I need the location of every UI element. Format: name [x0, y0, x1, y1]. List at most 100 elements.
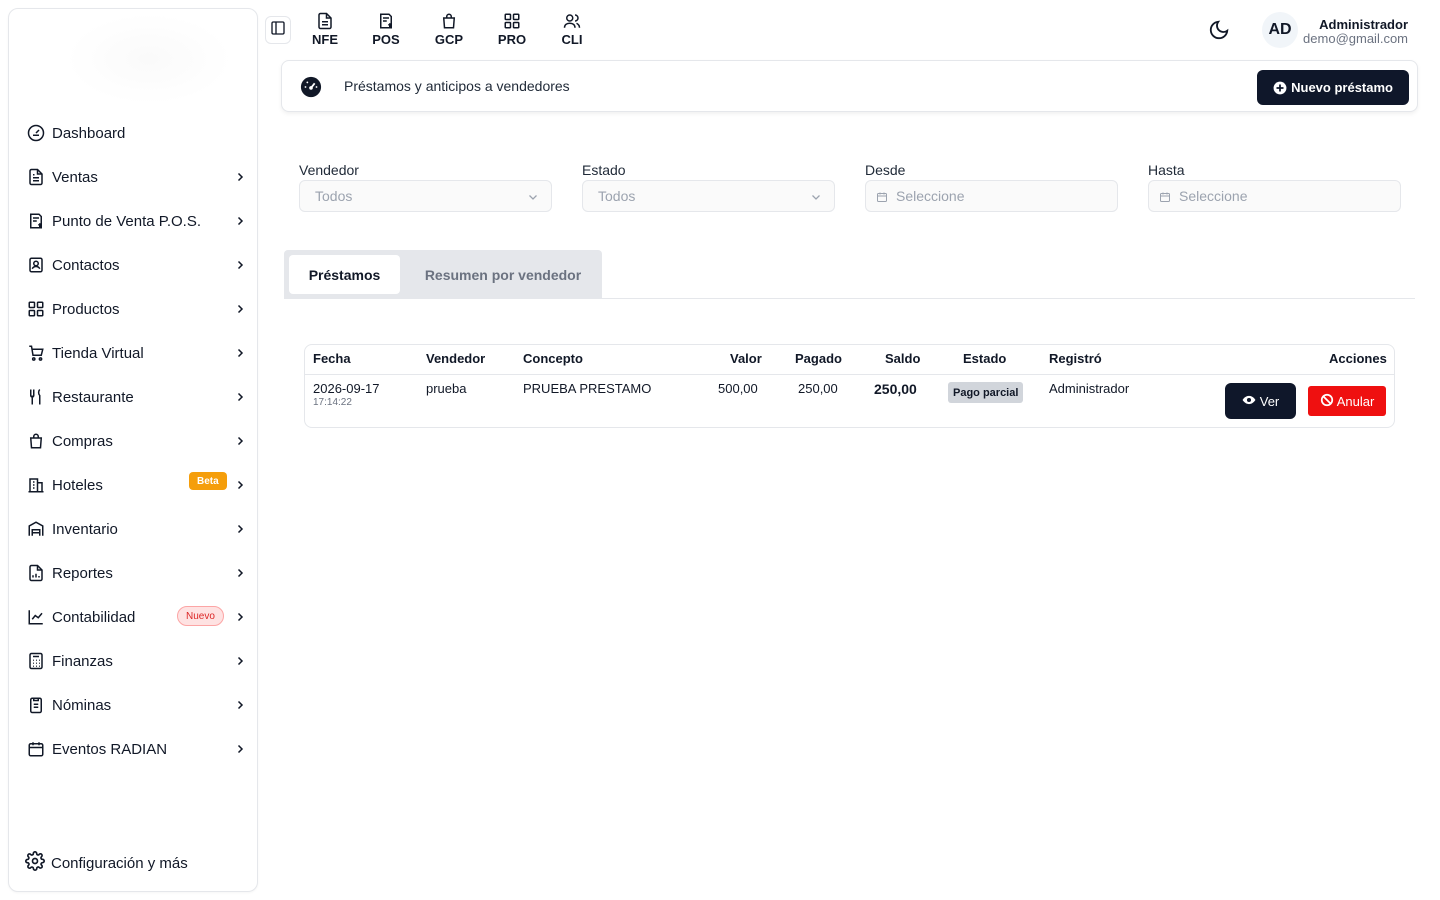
sidebar-item-contactos[interactable]: Contactos — [25, 249, 247, 281]
sidebar-item-label: Contabilidad — [52, 608, 136, 626]
module-gcp[interactable]: GCP — [427, 12, 471, 50]
vendedor-select[interactable]: Todos — [299, 180, 552, 212]
module-label: PRO — [497, 32, 527, 47]
new-loan-label: Nuevo préstamo — [1291, 80, 1393, 95]
sidebar-item-nominas[interactable]: Nóminas — [25, 689, 247, 721]
table-header-divider — [305, 374, 1394, 375]
page-title: Préstamos y anticipos a vendedores — [344, 78, 570, 94]
eye-icon — [1242, 393, 1260, 410]
sidebar-item-reportes[interactable]: Reportes — [25, 557, 247, 589]
grid-icon — [503, 12, 521, 30]
chart-line-icon — [26, 607, 46, 627]
sidebar-item-ventas[interactable]: Ventas — [25, 161, 247, 193]
plus-circle-icon — [1273, 81, 1287, 95]
module-nfe[interactable]: NFE — [303, 12, 347, 50]
sidebar-item-contabilidad[interactable]: Contabilidad Nuevo — [25, 601, 247, 633]
column-header-concepto: Concepto — [523, 351, 583, 366]
cell-vendedor: prueba — [426, 381, 467, 396]
document-icon — [316, 12, 334, 30]
report-icon — [26, 563, 46, 583]
user-email: demo@gmail.com — [1303, 31, 1408, 46]
module-pos[interactable]: POS — [364, 12, 408, 50]
clipboard-icon — [26, 695, 46, 715]
estado-select[interactable]: Todos — [582, 180, 835, 212]
vendedor-placeholder: Todos — [315, 188, 353, 204]
dark-mode-toggle[interactable] — [1208, 19, 1230, 41]
filter-desde-label: Desde — [865, 162, 906, 178]
chevron-right-icon — [233, 258, 247, 272]
sidebar-item-restaurante[interactable]: Restaurante — [25, 381, 247, 413]
calendar-icon — [26, 739, 46, 759]
tab-prestamos[interactable]: Préstamos — [289, 255, 400, 294]
cancel-loan-button[interactable]: Anular — [1308, 386, 1386, 416]
sidebar-item-compras[interactable]: Compras — [25, 425, 247, 457]
sidebar-item-label: Dashboard — [52, 124, 126, 142]
chevron-right-icon — [233, 698, 247, 712]
calculator-icon — [26, 651, 46, 671]
column-header-estado: Estado — [963, 351, 1007, 366]
sidebar-toggle-button[interactable] — [265, 16, 291, 44]
sidebar-item-eventos-radian[interactable]: Eventos RADIAN — [25, 733, 247, 765]
view-button-label: Ver — [1259, 393, 1280, 409]
sidebar-item-label: Finanzas — [52, 652, 113, 670]
new-badge: Nuevo — [177, 606, 224, 626]
hasta-date-input[interactable]: Seleccione — [1148, 180, 1401, 212]
chevron-right-icon — [233, 302, 247, 316]
column-header-valor: Valor — [730, 351, 762, 366]
column-header-vendedor: Vendedor — [426, 351, 486, 366]
sidebar-item-label: Productos — [52, 300, 120, 318]
sidebar-item-label: Compras — [52, 432, 113, 450]
pos-receipt-icon — [377, 12, 395, 30]
sidebar-item-finanzas[interactable]: Finanzas — [25, 645, 247, 677]
chevron-right-icon — [233, 742, 247, 756]
sidebar-item-label: Inventario — [52, 520, 118, 538]
column-header-saldo: Saldo — [885, 351, 921, 366]
sidebar-item-label: Tienda Virtual — [52, 344, 144, 362]
settings-link[interactable]: Configuración y más — [25, 850, 188, 876]
moon-icon — [1208, 20, 1230, 45]
module-cli[interactable]: CLI — [550, 12, 594, 50]
cell-concepto: PRUEBA PRESTAMO — [523, 381, 652, 396]
contact-book-icon — [26, 255, 46, 275]
new-loan-button[interactable]: Nuevo préstamo — [1257, 70, 1409, 105]
sidebar-item-tienda-virtual[interactable]: Tienda Virtual — [25, 337, 247, 369]
chevron-right-icon — [233, 434, 247, 448]
sidebar-item-hoteles[interactable]: Hoteles Beta — [25, 469, 247, 501]
desde-placeholder: Seleccione — [896, 188, 965, 204]
filter-vendedor-label: Vendedor — [299, 162, 359, 178]
avatar[interactable]: AD — [1262, 12, 1298, 48]
sidebar-item-inventario[interactable]: Inventario — [25, 513, 247, 545]
gear-icon — [25, 850, 45, 876]
chevron-right-icon — [233, 566, 247, 580]
module-label: GCP — [434, 32, 464, 47]
module-pro[interactable]: PRO — [490, 12, 534, 50]
chevron-right-icon — [233, 478, 247, 492]
company-logo — [65, 13, 233, 105]
shopping-bag-icon — [440, 12, 458, 30]
grid-icon — [26, 299, 46, 319]
sidebar-item-pos[interactable]: Punto de Venta P.O.S. — [25, 205, 247, 237]
sidebar: Dashboard Ventas Punto de Venta P.O.S. C… — [8, 8, 258, 892]
sidebar-item-label: Reportes — [52, 564, 113, 582]
page-header: Préstamos y anticipos a vendedores Nuevo… — [281, 60, 1418, 112]
cell-saldo: 250,00 — [874, 381, 917, 397]
user-name: Administrador — [1319, 17, 1408, 32]
hasta-placeholder: Seleccione — [1179, 188, 1248, 204]
estado-placeholder: Todos — [598, 188, 636, 204]
cart-icon — [26, 343, 46, 363]
warehouse-icon — [26, 519, 46, 539]
sidebar-item-label: Eventos RADIAN — [52, 740, 168, 758]
sidebar-item-productos[interactable]: Productos — [25, 293, 247, 325]
ban-icon — [1320, 393, 1337, 410]
tab-resumen-vendedor[interactable]: Resumen por vendedor — [412, 255, 594, 294]
tabs-divider — [284, 298, 1415, 299]
module-label: CLI — [561, 32, 583, 47]
chevron-right-icon — [233, 610, 247, 624]
view-button[interactable]: Ver — [1225, 383, 1296, 419]
module-label: POS — [372, 32, 400, 47]
column-header-registro: Registró — [1049, 351, 1102, 366]
cancel-loan-label: Anular — [1336, 393, 1375, 409]
sidebar-item-dashboard[interactable]: Dashboard — [25, 117, 247, 149]
desde-date-input[interactable]: Seleccione — [865, 180, 1118, 212]
cell-valor: 500,00 — [718, 381, 758, 396]
